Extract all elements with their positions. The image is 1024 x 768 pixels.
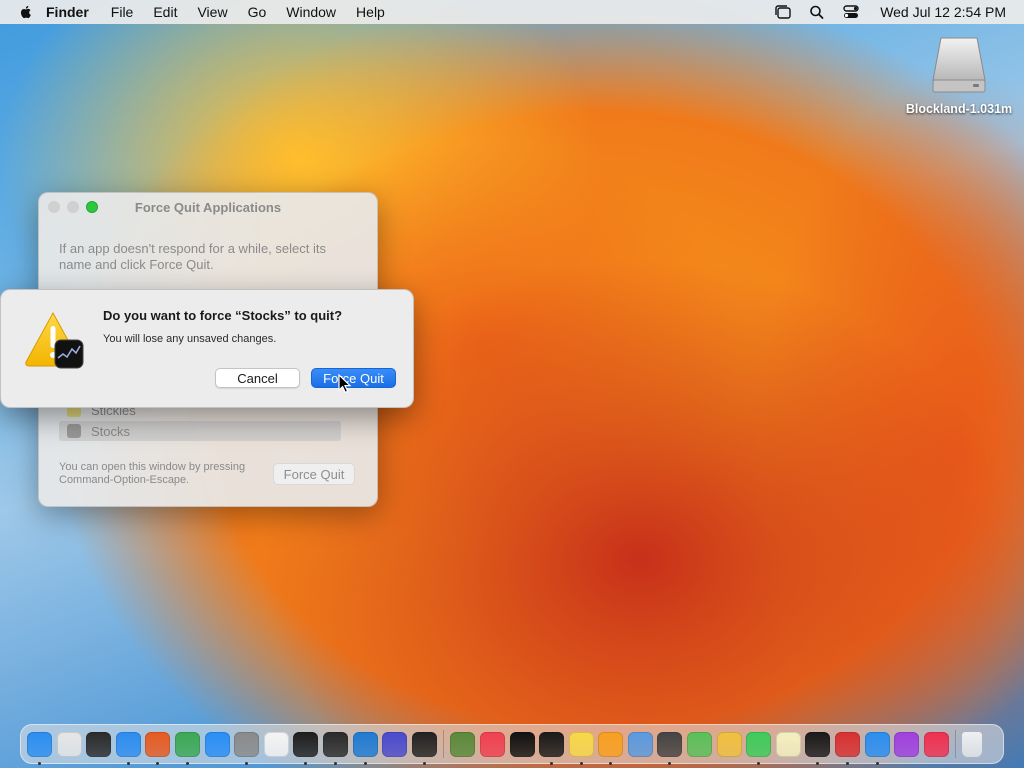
- running-indicator: [333, 761, 337, 765]
- desktop-drive[interactable]: Blockland-1.031m: [900, 34, 1018, 116]
- stickies-icon[interactable]: [775, 731, 801, 757]
- running-indicator: [816, 761, 820, 765]
- disk-image-icon: [932, 37, 986, 93]
- home-icon[interactable]: [598, 731, 624, 765]
- menu-window[interactable]: Window: [286, 4, 336, 20]
- finder-icon[interactable]: [27, 731, 52, 765]
- launchpad-icon[interactable]: [56, 731, 82, 757]
- stocks-icon[interactable]: [539, 731, 565, 765]
- dock-separator: [955, 730, 957, 758]
- window-titlebar[interactable]: Force Quit Applications: [39, 193, 377, 221]
- messages-icon[interactable]: [746, 731, 772, 765]
- menu-edit[interactable]: Edit: [153, 4, 177, 20]
- running-indicator: [668, 761, 672, 765]
- running-indicator: [38, 761, 41, 765]
- app-store-icon[interactable]: [204, 731, 230, 757]
- preview-icon[interactable]: [627, 731, 653, 757]
- running-indicator: [156, 761, 160, 765]
- menu-clock[interactable]: Wed Jul 12 2:54 PM: [880, 4, 1006, 20]
- drive-label: Blockland-1.031m: [905, 102, 1013, 116]
- menu-view[interactable]: View: [197, 4, 227, 20]
- terminal-icon[interactable]: [293, 731, 319, 765]
- maps-icon[interactable]: [687, 731, 713, 757]
- music-icon[interactable]: [923, 731, 949, 757]
- mouse-cursor-icon: [338, 374, 352, 394]
- running-indicator: [757, 761, 761, 765]
- stocks-app-icon: [67, 424, 81, 438]
- mail-icon[interactable]: [864, 731, 890, 765]
- spotlight-search-icon[interactable]: [808, 4, 826, 20]
- minecraft-icon[interactable]: [450, 731, 476, 757]
- mission-control-icon[interactable]: [86, 731, 112, 757]
- running-indicator: [579, 761, 583, 765]
- warning-icon: [25, 311, 84, 369]
- dock: [20, 724, 1004, 765]
- control-center-icon[interactable]: [842, 4, 860, 20]
- photos-icon[interactable]: [716, 731, 742, 757]
- running-indicator: [875, 761, 879, 765]
- running-indicator: [126, 761, 130, 765]
- menu-app-name[interactable]: Finder: [46, 4, 89, 20]
- solitaire-icon[interactable]: [835, 731, 861, 765]
- system-settings-icon[interactable]: [234, 731, 260, 765]
- menu-file[interactable]: File: [111, 4, 134, 20]
- dock-separator: [443, 730, 445, 758]
- trash-icon[interactable]: [962, 731, 983, 757]
- chrome-icon[interactable]: [174, 731, 200, 765]
- menu-bar: Finder File Edit View Go Window Help Wed…: [0, 0, 1024, 24]
- force-quit-button[interactable]: Force Quit: [311, 368, 396, 388]
- firefox-icon[interactable]: [145, 731, 171, 765]
- window-title: Force Quit Applications: [134, 200, 282, 215]
- menu-help[interactable]: Help: [356, 4, 385, 20]
- textedit-icon[interactable]: [263, 731, 289, 757]
- garageband-icon[interactable]: [322, 731, 348, 765]
- running-indicator: [363, 761, 367, 765]
- running-indicator: [550, 761, 554, 765]
- podcasts-icon[interactable]: [894, 731, 920, 757]
- running-indicator: [422, 761, 426, 765]
- window-description: If an app doesn't respond for a while, s…: [59, 241, 326, 272]
- app-row-label: Stocks: [91, 423, 131, 439]
- app-row-stocks[interactable]: Stocks: [59, 421, 341, 441]
- shortcut-hint: You can open this window by pressing Com…: [59, 461, 246, 486]
- vscode-icon[interactable]: [352, 731, 378, 765]
- alert-title: Do you want to force “Stocks” to quit?: [103, 308, 343, 323]
- shortcuts-icon[interactable]: [382, 731, 408, 757]
- force-quit-button-disabled[interactable]: Force Quit: [273, 463, 355, 485]
- menu-go[interactable]: Go: [248, 4, 267, 20]
- console-icon[interactable]: [411, 731, 437, 765]
- stage-manager-icon[interactable]: [774, 4, 792, 20]
- running-indicator: [609, 761, 613, 765]
- running-indicator: [185, 761, 189, 765]
- apple-tv-icon[interactable]: [509, 731, 535, 757]
- running-indicator: [846, 761, 850, 765]
- apple-logo-icon[interactable]: [18, 4, 34, 20]
- safari-icon[interactable]: [115, 731, 141, 765]
- running-indicator: [304, 761, 308, 765]
- notes-icon[interactable]: [568, 731, 594, 765]
- menu-extras: Wed Jul 12 2:54 PM: [766, 4, 1014, 20]
- alert-message: You will lose any unsaved changes.: [103, 333, 277, 345]
- screenshot-icon[interactable]: [657, 731, 683, 765]
- voice-memos-icon[interactable]: [805, 731, 831, 765]
- cancel-button[interactable]: Cancel: [215, 368, 300, 388]
- news-icon[interactable]: [479, 731, 505, 757]
- running-indicator: [245, 761, 249, 765]
